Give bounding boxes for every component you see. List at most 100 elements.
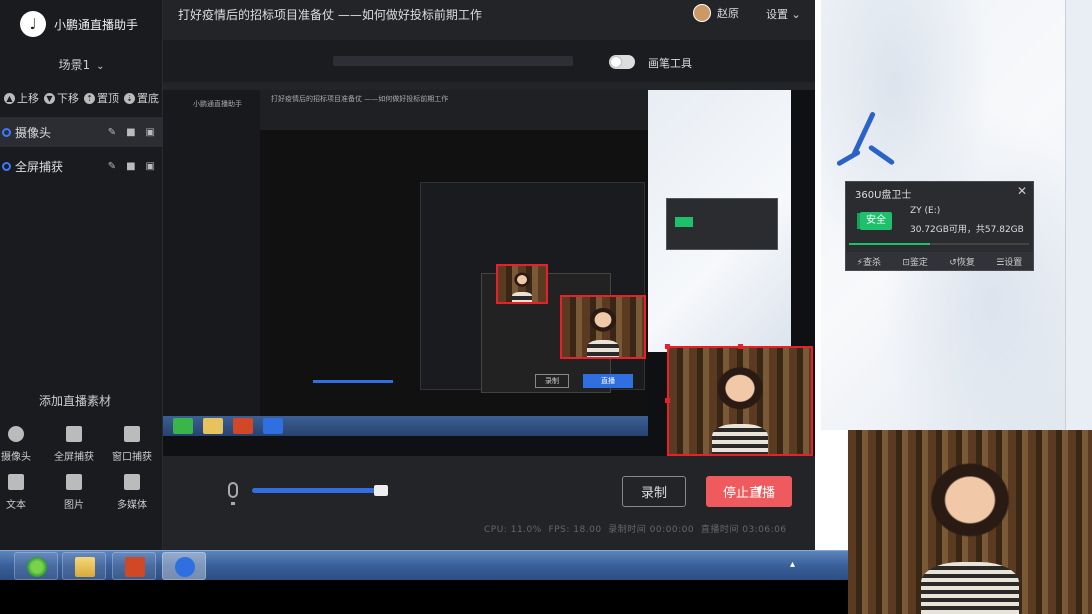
nested-app-name: 小鹏通直播助手 [193,100,242,108]
app-name: 小鹏通直播助手 [54,17,139,32]
nested-360-icon [173,418,193,434]
nested-stop-button: 直播 [583,374,633,388]
add-camera-button[interactable]: 摄像头 [0,426,38,463]
popup-title: 360U盘卫士 [855,190,912,201]
media-icon [124,474,140,490]
identify-button[interactable]: ⊡鉴定 [902,255,928,268]
add-text-button[interactable]: 文本 [0,474,38,511]
pen-tool-toggle[interactable] [609,55,635,69]
live-preview[interactable]: 小鹏通直播助手 打好疫情后的招标项目准备仗 ——如何做好投标前期工作 录制 直播 [163,90,815,456]
webcam-overlay-presenter [848,430,1092,614]
source-label: 全屏捕获 [15,159,64,174]
add-image-button[interactable]: 图片 [52,474,96,511]
source-item-camera[interactable]: 摄像头 ✎ ■ ▣ [0,117,163,147]
app-logo: ♩ 小鹏通直播助手 [20,10,138,38]
avatar [693,4,711,22]
edit-icon[interactable]: ✎ [108,127,116,138]
move-top-button[interactable]: ⇡ 置顶 [84,90,119,106]
scene-selector[interactable]: 场景1 ⌄ [0,56,163,73]
image-icon [66,474,82,490]
chevron-down-icon: ⌄ [791,8,801,21]
source-label: 摄像头 [15,125,52,140]
monitor-icon [66,426,82,442]
webcam-source-selected[interactable] [667,346,813,456]
add-fullscreen-button[interactable]: 全屏捕获 [52,426,96,463]
taskbar-live-assistant-button[interactable] [162,552,206,580]
volume-slider[interactable] [252,488,384,493]
popup-actions: ⚡查杀 ⊡鉴定 ↺恢复 ☰设置 [846,252,1033,270]
restore-button[interactable]: ↺恢复 [949,255,975,268]
nested-usb-popup [666,198,778,250]
arrow-up-icon: ▲ [4,92,15,104]
drive-name: ZY (E:) [910,206,941,216]
settings-menu[interactable]: 设置 ⌄ [766,6,801,22]
nested-safe-badge [675,217,693,227]
add-media-button[interactable]: 多媒体 [110,474,154,511]
nested-app-icon [263,418,283,434]
status-stats: CPU: 11.0% FPS: 18.00 录制时间 00:00:00 直播时间… [484,525,787,535]
nested-sidebar [163,90,260,436]
to-bottom-icon: ⇣ [124,92,135,104]
folder-icon [75,557,95,577]
note-icon [175,557,195,577]
resize-handle[interactable] [738,344,743,349]
trash-icon[interactable]: ■ [126,127,135,138]
source-item-fullscreen[interactable]: 全屏捕获 ✎ ■ ▣ [0,151,163,181]
user-name: 赵原 [717,7,739,20]
document-icon [8,474,24,490]
live-assistant-window: ♩ 小鹏通直播助手 场景1 ⌄ ▲ 上移 ▼ 下移 ⇡ 置顶 ⇣ 置底 摄像头 ✎ ■ ▣… [0,0,815,550]
volume-slider-knob[interactable] [374,485,388,496]
move-bottom-button[interactable]: ⇣ 置底 [124,90,159,106]
taskbar-360-button[interactable] [14,552,58,580]
360-icon [27,557,47,577]
lock-icon[interactable]: ▣ [146,161,155,172]
drive-usage-fill [849,243,930,245]
scan-button[interactable]: ⚡查杀 [857,255,881,268]
resize-handle[interactable] [665,398,670,403]
add-material-title: 添加直播素材 [38,394,111,408]
camera-icon [8,426,24,442]
main-panel: 打好疫情后的招标项目准备仗 ——如何做好投标前期工作 赵原 设置 ⌄ 画笔工具 … [163,0,815,550]
nested-ppt-icon [233,418,253,434]
note-icon: ♩ [20,11,46,37]
taskbar-powerpoint-button[interactable] [112,552,156,580]
lock-icon[interactable]: ▣ [146,127,155,138]
scene-label: 场景1 [58,58,91,72]
windows-taskbar: ▴ [0,550,848,580]
drive-usage-bar [849,243,1029,245]
search-icon: ⊡ [902,257,910,268]
source-order-controls: ▲ 上移 ▼ 下移 ⇡ 置顶 ⇣ 置底 [0,90,163,106]
webcam-level3 [496,264,548,304]
close-icon[interactable]: ✕ [1017,184,1027,198]
move-down-button[interactable]: ▼ 下移 [44,90,79,106]
to-top-icon: ⇡ [84,92,95,104]
popup-settings-button[interactable]: ☰设置 [996,255,1022,268]
taskbar-explorer-button[interactable] [62,552,106,580]
user-menu[interactable]: 赵原 [693,4,739,22]
nested-record-button: 录制 [535,374,569,388]
move-up-button[interactable]: ▲ 上移 [4,90,39,106]
add-window-button[interactable]: 窗口捕获 [110,426,154,463]
chevron-down-icon: ⌄ [96,61,105,72]
trash-icon[interactable]: ■ [126,161,135,172]
desktop-edge [1065,0,1092,430]
window-title: 打好疫情后的招标项目准备仗 ——如何做好投标前期工作 [178,8,482,22]
drive-capacity: 30.72GB可用，共57.82GB [910,225,1024,235]
record-button[interactable]: 录制 [622,476,686,507]
usb-guard-popup: 360U盘卫士 ✕ 安全 ZY (E:) 30.72GB可用，共57.82GB … [845,181,1034,271]
edit-icon[interactable]: ✎ [108,161,116,172]
microphone-icon[interactable] [228,482,238,505]
sidebar: ♩ 小鹏通直播助手 场景1 ⌄ ▲ 上移 ▼ 下移 ⇡ 置顶 ⇣ 置底 摄像头 ✎ ■ ▣… [0,0,163,550]
tray-arrow-icon[interactable]: ▴ [790,559,795,570]
ink-mark [867,144,896,166]
nested-volume [313,380,393,383]
window-icon [124,426,140,442]
nested-screen-capture: 小鹏通直播助手 打好疫情后的招标项目准备仗 ——如何做好投标前期工作 录制 直播 [163,90,730,436]
resize-handle[interactable] [665,344,670,349]
radio-icon [2,127,11,137]
black-border [0,580,848,614]
nested-taskbar [163,416,648,436]
powerpoint-icon [125,557,145,577]
undo-icon: ↺ [949,257,957,268]
stop-live-button[interactable]: 停止直播 [706,476,792,507]
